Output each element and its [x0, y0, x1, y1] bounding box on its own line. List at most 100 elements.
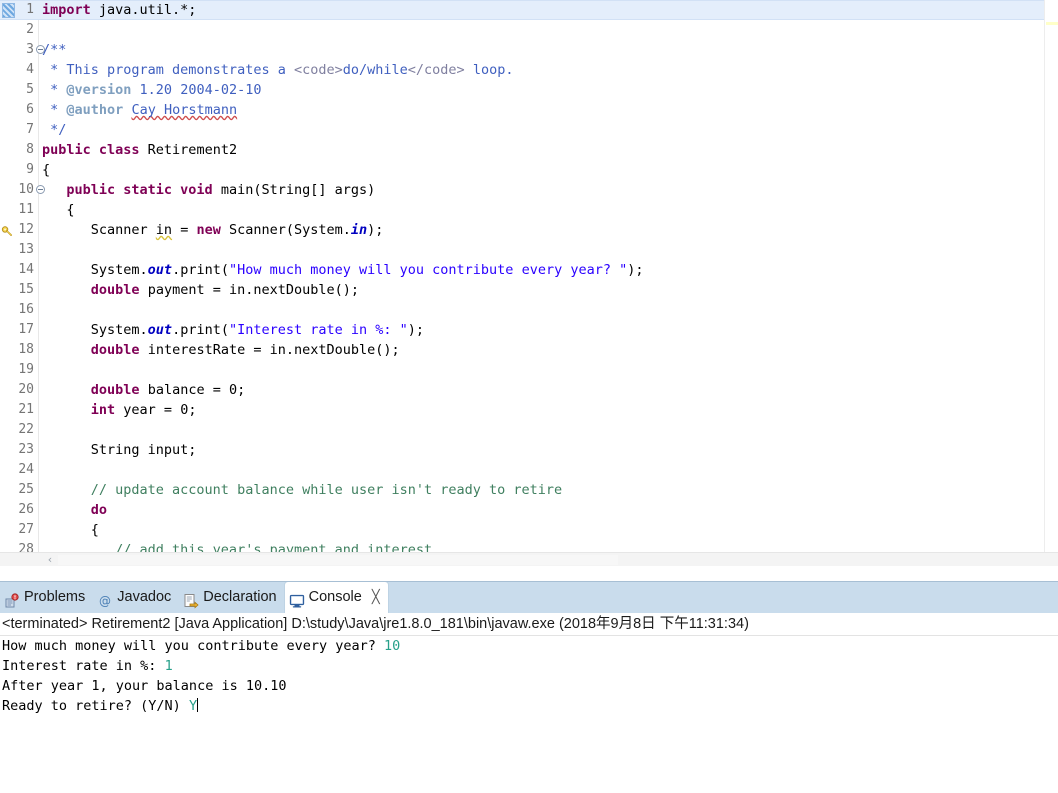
- line-number: 27: [18, 522, 34, 537]
- line-number: 19: [18, 362, 34, 377]
- tab-console[interactable]: Console ╳: [284, 582, 388, 613]
- line-number: 13: [18, 242, 34, 257]
- code-line[interactable]: 15 double payment = in.nextDouble();: [0, 280, 1058, 300]
- line-number: 22: [18, 422, 34, 437]
- code-line[interactable]: 20 double balance = 0;: [0, 380, 1058, 400]
- overview-ruler[interactable]: [1044, 0, 1058, 552]
- line-number: 17: [18, 322, 34, 337]
- line-number: 4: [26, 62, 34, 77]
- code-line[interactable]: 25 // update account balance while user …: [0, 480, 1058, 500]
- console-prompt-text: Interest rate in %:: [2, 658, 165, 674]
- code-text: int year = 0;: [90, 402, 197, 418]
- java-editor[interactable]: 1 import java.util.*; 2 3/** 4 * This progra…: [0, 0, 1058, 567]
- tab-label: Problems: [24, 589, 86, 605]
- console-user-input: 1: [164, 658, 173, 674]
- line-number: 10: [18, 182, 34, 197]
- line-number: 18: [18, 342, 34, 357]
- code-line[interactable]: 26 do: [0, 500, 1058, 520]
- line-number: 25: [18, 482, 34, 497]
- code-line[interactable]: 22: [0, 420, 1058, 440]
- close-icon[interactable]: ╳: [372, 582, 380, 613]
- line-number: 14: [18, 262, 34, 277]
- code-text: double payment = in.nextDouble();: [90, 282, 360, 298]
- code-text: System.out.print("How much money will yo…: [42, 262, 644, 278]
- console-output[interactable]: How much money will you contribute every…: [0, 636, 1058, 716]
- code-line[interactable]: 27 {: [0, 520, 1058, 540]
- line-number: 7: [26, 122, 34, 137]
- line-number: 8: [26, 142, 34, 157]
- code-text: // update account balance while user isn…: [42, 482, 563, 498]
- console-prompt-text: After year 1, your balance is 10.10: [2, 678, 287, 694]
- code-line[interactable]: 4 * This program demonstrates a <code>do…: [0, 60, 1058, 80]
- code-line[interactable]: 18 double interestRate = in.nextDouble()…: [0, 340, 1058, 360]
- line-number: 5: [26, 82, 34, 97]
- code-text: import java.util.*;: [42, 2, 197, 18]
- code-line[interactable]: 12 Scanner in = new Scanner(System.in);: [0, 220, 1058, 240]
- code-text: double interestRate = in.nextDouble();: [90, 342, 400, 358]
- code-line[interactable]: 21 int year = 0;: [0, 400, 1058, 420]
- code-line[interactable]: 6 * @author Cay Horstmann: [0, 100, 1058, 120]
- code-text: {: [42, 522, 99, 538]
- console-user-input: 10: [384, 638, 401, 654]
- tab-problems[interactable]: Problems: [0, 582, 93, 613]
- code-line[interactable]: 7 */: [0, 120, 1058, 140]
- svg-text:@: @: [99, 594, 111, 608]
- code-text: * @author Cay Horstmann: [42, 102, 238, 118]
- code-line[interactable]: 2: [0, 20, 1058, 40]
- view-tab-bar[interactable]: Problems @ Javadoc Declaration Console ╳: [0, 581, 1058, 613]
- console-prompt-text: How much money will you contribute every…: [2, 638, 385, 654]
- tab-declaration[interactable]: Declaration: [179, 582, 284, 613]
- sash-handle[interactable]: [0, 570, 1058, 575]
- code-line[interactable]: 13: [0, 240, 1058, 260]
- console-caret: [197, 698, 199, 712]
- console-launch-label: <terminated> Retirement2 [Java Applicati…: [0, 613, 1058, 636]
- line-number: 24: [18, 462, 34, 477]
- ruler-annotation-mark[interactable]: [1046, 22, 1058, 25]
- console-prompt-text: Ready to retire? (Y/N): [2, 698, 189, 714]
- console-line: Interest rate in %: 1: [0, 656, 1058, 676]
- code-line[interactable]: 8 public class Retirement2: [0, 140, 1058, 160]
- line-number: 15: [18, 282, 34, 297]
- code-text: do: [90, 502, 108, 518]
- console-line: Ready to retire? (Y/N) Y: [0, 696, 1058, 716]
- scroll-left-arrow-icon[interactable]: ‹: [44, 554, 56, 566]
- javadoc-icon: @: [97, 590, 113, 608]
- code-line[interactable]: 23 String input;: [0, 440, 1058, 460]
- code-text: public static void main(String[] args): [66, 182, 376, 198]
- console-view[interactable]: <terminated> Retirement2 [Java Applicati…: [0, 613, 1058, 793]
- code-text: */: [42, 122, 67, 138]
- code-line[interactable]: 24: [0, 460, 1058, 480]
- code-line[interactable]: 11 {: [0, 200, 1058, 220]
- code-line[interactable]: 14 System.out.print("How much money will…: [0, 260, 1058, 280]
- horizontal-scroll-thumb[interactable]: [58, 555, 618, 565]
- code-line-container[interactable]: 1 import java.util.*; 2 3/** 4 * This progra…: [0, 0, 1058, 554]
- code-text: /**: [42, 42, 67, 58]
- console-icon: [289, 590, 305, 607]
- tab-javadoc[interactable]: @ Javadoc: [93, 582, 179, 613]
- tab-label: Declaration: [203, 589, 277, 605]
- code-text: public class Retirement2: [42, 142, 238, 158]
- line-number: 23: [18, 442, 34, 457]
- code-text: String input;: [42, 442, 197, 458]
- code-line[interactable]: 5 * @version 1.20 2004-02-10: [0, 80, 1058, 100]
- code-line[interactable]: 17 System.out.print("Interest rate in %:…: [0, 320, 1058, 340]
- line-number: 3: [26, 42, 34, 57]
- code-text: * This program demonstrates a <code>do/w…: [42, 62, 514, 78]
- line-number: 6: [26, 102, 34, 117]
- line-number: 2: [26, 22, 34, 37]
- code-text: System.out.print("Interest rate in %: ")…: [42, 322, 425, 338]
- editor-horizontal-scrollbar[interactable]: ‹: [0, 552, 1058, 567]
- code-line[interactable]: 19: [0, 360, 1058, 380]
- line-number: 9: [26, 162, 34, 177]
- code-text: {: [42, 162, 51, 178]
- code-line[interactable]: 1 import java.util.*;: [0, 0, 1058, 20]
- tab-label: Javadoc: [117, 589, 172, 605]
- code-line[interactable]: 16: [0, 300, 1058, 320]
- editor-panel-sash[interactable]: [0, 566, 1058, 581]
- line-number: 20: [18, 382, 34, 397]
- code-line[interactable]: 9{: [0, 160, 1058, 180]
- code-line[interactable]: 10 public static void main(String[] args…: [0, 180, 1058, 200]
- code-line[interactable]: 3 /**: [0, 40, 1058, 60]
- problems-icon: [4, 590, 20, 607]
- code-text: double balance = 0;: [90, 382, 246, 398]
